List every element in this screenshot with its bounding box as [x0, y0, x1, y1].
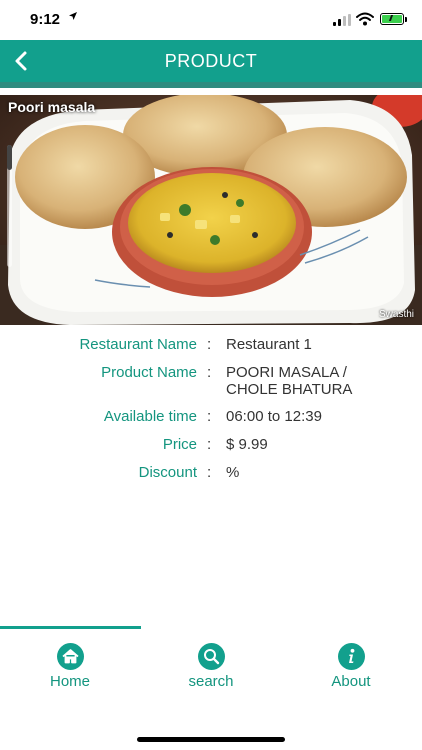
tab-home-label: Home [49, 673, 90, 690]
image-scrollbar-thumb[interactable] [7, 145, 12, 170]
image-overlay-title: Poori masala [8, 99, 96, 115]
price-value: $ 9.99 [226, 436, 268, 453]
image-watermark: Swasthi [378, 309, 414, 320]
status-time: 9:12 [30, 11, 61, 28]
separator: : [207, 408, 212, 425]
price-label: Price [162, 436, 197, 453]
info-icon [337, 643, 365, 670]
discount-label: Discount [138, 464, 197, 481]
wifi-icon [356, 12, 374, 26]
product-name-label: Product Name [101, 364, 197, 381]
tab-home[interactable]: Home [0, 643, 140, 693]
tab-search-label: search [188, 673, 234, 690]
status-bar: 9:12 [0, 0, 422, 40]
separator: : [207, 336, 212, 353]
location-arrow-icon [68, 10, 78, 24]
cellular-signal-icon [333, 14, 351, 26]
page-title: PRODUCT [164, 51, 258, 71]
separator: : [207, 364, 212, 381]
restaurant-name-label: Restaurant Name [79, 336, 197, 353]
tab-about[interactable]: About [281, 643, 421, 693]
tab-about-label: About [331, 673, 371, 690]
discount-value: % [226, 464, 240, 481]
battery-charging-icon [380, 13, 404, 25]
battery-cap [405, 17, 407, 22]
restaurant-name-value: Restaurant 1 [226, 336, 312, 353]
product-name-value: POORI MASALA / CHOLE BHATURA [226, 364, 353, 398]
product-image: Poori masala Swasthi [0, 95, 422, 325]
active-tab-indicator [0, 626, 141, 629]
available-time-value: 06:00 to 12:39 [226, 408, 322, 425]
tab-search[interactable]: search [141, 643, 281, 693]
separator: : [207, 436, 212, 453]
available-time-label: Available time [103, 408, 197, 425]
separator: : [207, 464, 212, 481]
header-shadow [0, 82, 422, 88]
search-icon [197, 643, 225, 670]
poori-masala-photo [0, 95, 422, 325]
home-icon [56, 643, 84, 670]
home-indicator[interactable] [137, 737, 285, 742]
